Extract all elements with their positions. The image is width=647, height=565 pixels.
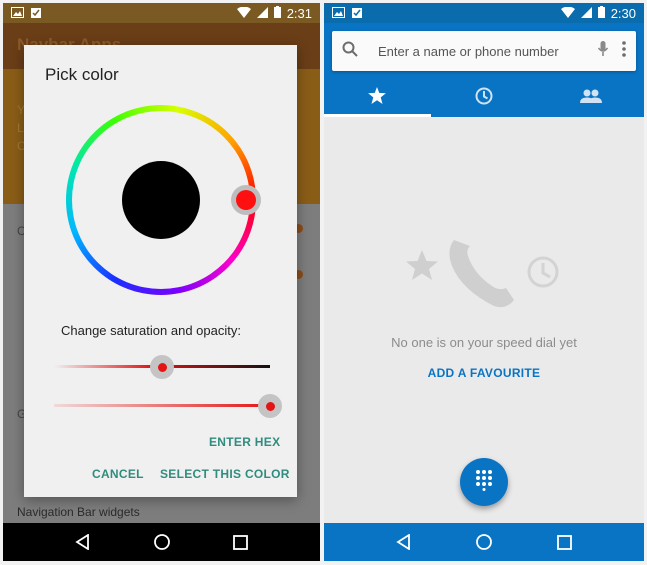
left-phone-screen: 2:31 Navbar Apps Y L C C G Navigation Ba… bbox=[3, 3, 320, 561]
opacity-slider[interactable] bbox=[54, 404, 270, 407]
phone-icon bbox=[449, 240, 514, 308]
dialog-title: Pick color bbox=[45, 65, 119, 84]
status-bar: 2:31 bbox=[3, 3, 320, 23]
clock-icon bbox=[527, 256, 559, 288]
tab-speed-dial[interactable] bbox=[324, 79, 431, 117]
clock-time: 2:30 bbox=[610, 5, 636, 21]
navigation-bar bbox=[324, 523, 644, 561]
more-options-icon[interactable] bbox=[622, 40, 626, 62]
enter-hex-button[interactable]: ENTER HEX bbox=[209, 435, 280, 449]
speed-dial-empty-illustration bbox=[402, 228, 572, 318]
navigation-bar bbox=[3, 523, 320, 561]
hue-wheel[interactable] bbox=[66, 105, 261, 295]
opacity-slider-handle[interactable] bbox=[258, 394, 282, 418]
color-picker-dialog: Pick color Change saturation and opacity… bbox=[24, 45, 297, 497]
wifi-icon bbox=[560, 6, 575, 21]
signal-icon bbox=[256, 6, 268, 21]
battery-icon bbox=[597, 5, 605, 21]
hue-handle[interactable] bbox=[231, 185, 261, 215]
recents-icon[interactable] bbox=[229, 530, 253, 554]
dialer-tabs bbox=[324, 79, 644, 117]
background-section-label: Navigation Bar widgets bbox=[17, 505, 140, 519]
tab-recents[interactable] bbox=[431, 79, 538, 117]
star-icon bbox=[406, 250, 438, 280]
microphone-icon[interactable] bbox=[597, 40, 609, 62]
dialpad-icon bbox=[475, 469, 493, 496]
saturation-opacity-label: Change saturation and opacity: bbox=[61, 323, 241, 338]
cancel-button[interactable]: CANCEL bbox=[92, 467, 144, 481]
battery-icon bbox=[273, 5, 281, 21]
clipboard-notification-icon bbox=[351, 6, 363, 21]
image-notification-icon bbox=[332, 6, 345, 21]
clock-time: 2:31 bbox=[286, 5, 312, 21]
home-icon[interactable] bbox=[150, 530, 174, 554]
image-notification-icon bbox=[11, 6, 24, 21]
wifi-icon bbox=[236, 6, 251, 21]
dialer-app-bar bbox=[324, 23, 644, 117]
add-favourite-button[interactable]: ADD A FAVOURITE bbox=[324, 366, 644, 380]
people-icon bbox=[579, 89, 602, 108]
search-icon[interactable] bbox=[342, 41, 358, 62]
back-icon[interactable] bbox=[392, 530, 416, 554]
tab-contacts[interactable] bbox=[537, 79, 644, 117]
recents-icon[interactable] bbox=[552, 530, 576, 554]
right-phone-screen: 2:30 Enter a name or phone number No one… bbox=[324, 3, 644, 561]
search-input[interactable] bbox=[376, 42, 598, 60]
signal-icon bbox=[580, 6, 592, 21]
home-icon[interactable] bbox=[472, 530, 496, 554]
star-icon bbox=[368, 87, 387, 109]
saturation-slider-handle[interactable] bbox=[150, 355, 174, 379]
color-preview-circle bbox=[122, 161, 200, 239]
back-icon[interactable] bbox=[71, 530, 95, 554]
empty-speed-dial-message: No one is on your speed dial yet bbox=[391, 335, 577, 350]
select-color-button[interactable]: SELECT THIS COLOR bbox=[160, 467, 290, 481]
dialpad-button[interactable] bbox=[460, 458, 508, 506]
status-bar: 2:30 bbox=[324, 3, 644, 23]
clipboard-notification-icon bbox=[30, 6, 42, 21]
clock-icon bbox=[475, 87, 493, 110]
search-box[interactable] bbox=[332, 31, 636, 71]
